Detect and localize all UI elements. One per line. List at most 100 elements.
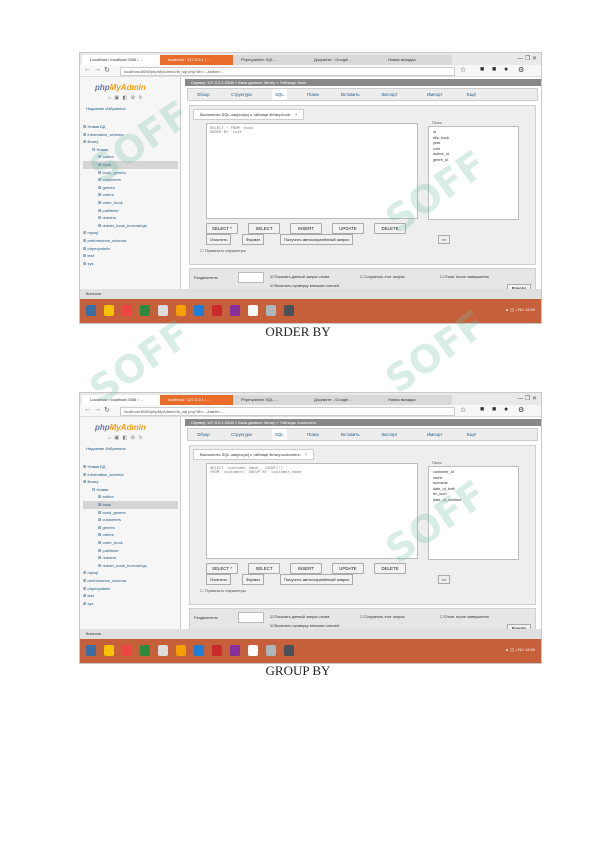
tree-item[interactable]: ⊞ book_genres [83, 509, 178, 517]
taskbar-app-icon[interactable] [140, 645, 150, 656]
tree-item[interactable]: ⊞ genres [83, 524, 178, 532]
tab-7[interactable]: Ещё [464, 429, 479, 440]
tree-item[interactable]: ⊞ Новая БД [83, 123, 178, 131]
tree-item[interactable]: ⊞ book [83, 160, 178, 169]
tab-0[interactable]: Обзор [194, 89, 213, 100]
tab-7[interactable]: Ещё [464, 89, 479, 100]
tree-item[interactable]: ⊞ order_book [83, 199, 178, 207]
window-controls[interactable]: — ❐ ✕ [517, 55, 537, 62]
tree-item[interactable]: ⊞ orders [83, 531, 178, 539]
sql-textarea[interactable]: SELECT * FROM `book` ORDER BY `cost` [206, 123, 418, 219]
browser-tab[interactable]: localhost / 127.0.0.1 / ... [160, 395, 238, 405]
phpmyadmin-logo[interactable]: phpMyAdmin [95, 83, 146, 92]
tree-item[interactable]: ⊞ publisher [83, 207, 178, 215]
foreign-keys-checkbox[interactable]: ☑ Включить проверку внешних ключей [270, 623, 339, 628]
tree-item[interactable]: ⊞ information_schema [83, 471, 178, 479]
taskbar-app-icon[interactable] [212, 305, 222, 316]
forward-icon[interactable]: → [94, 406, 101, 413]
extension-icon[interactable]: ● [504, 406, 508, 413]
taskbar-app-icon[interactable] [284, 645, 294, 656]
tree-item[interactable]: ⊞ mysql [83, 229, 178, 237]
extension-icon[interactable]: ■ [480, 406, 484, 413]
taskbar-app-icon[interactable] [266, 645, 276, 656]
taskbar-app-icon[interactable] [230, 645, 240, 656]
back-icon[interactable]: ← [84, 406, 91, 413]
tab-5[interactable]: Экспорт [378, 89, 401, 100]
sidebar-icons[interactable]: ⌂ ▣ ◧ ⚙ ↻ [108, 435, 144, 441]
tree-item[interactable]: ⊞ phpmyadmin [83, 585, 178, 593]
format-button[interactable]: Формат [242, 574, 265, 585]
taskbar-app-icon[interactable] [248, 305, 258, 316]
taskbar-app-icon[interactable] [176, 305, 186, 316]
bookmark-checkbox[interactable]: ☐ Сохранить этот запрос [360, 274, 405, 279]
taskbar-app-icon[interactable] [176, 645, 186, 656]
reload-icon[interactable]: ↻ [104, 66, 110, 74]
tree-item[interactable]: ⊞ performance_schema [83, 577, 178, 585]
taskbar-app-icon[interactable] [158, 305, 168, 316]
sql-template-button[interactable]: SELECT [248, 223, 280, 234]
taskbar-app-icon[interactable] [104, 645, 114, 656]
tree-item[interactable]: ⊞ information_schema [83, 131, 178, 139]
sql-template-button[interactable]: INSERT [290, 223, 322, 234]
extension-icon[interactable]: ■ [480, 66, 484, 73]
tab-6[interactable]: Импорт [424, 429, 445, 440]
column-item[interactable]: date_of_contract [433, 498, 514, 504]
recent-favorites[interactable]: Недавние Избранное [86, 446, 126, 451]
tree-item[interactable]: ⊞ book_genres [83, 169, 178, 177]
taskbar-app-icon[interactable] [248, 645, 258, 656]
tree-item[interactable]: ⊞ library [83, 138, 178, 146]
insert-column-button[interactable]: << [438, 235, 450, 244]
tree-item[interactable]: ⊞ reader_book_borrowings [83, 562, 178, 570]
tab-2[interactable]: SQL [272, 429, 287, 440]
taskbar-app-icon[interactable] [284, 305, 294, 316]
back-icon[interactable]: ← [84, 66, 91, 73]
url-input[interactable]: localhost:8080/phpMyAdmin/db_sql.php?db=… [120, 67, 455, 76]
tree-item[interactable]: ⊞ customers [83, 516, 178, 524]
rollback-checkbox[interactable]: ☐ Откат после завершения [440, 614, 489, 619]
taskbar-app-icon[interactable] [194, 305, 204, 316]
tree-item[interactable]: ⊞ order_book [83, 539, 178, 547]
tab-2[interactable]: SQL [272, 89, 287, 100]
system-tray[interactable]: ▲ ◫ ♪ RU 12:00 [505, 647, 535, 652]
taskbar-app-icon[interactable] [230, 305, 240, 316]
tree-item[interactable]: ⊞ test [83, 252, 178, 260]
taskbar-app-icon[interactable] [86, 305, 96, 316]
insert-column-button[interactable]: << [438, 575, 450, 584]
extension-icon[interactable]: ■ [492, 406, 496, 413]
forward-icon[interactable]: → [94, 66, 101, 73]
tab-6[interactable]: Импорт [424, 89, 445, 100]
tree-item[interactable]: ⊞ genres [83, 184, 178, 192]
tree-item[interactable]: ⊞ readers [83, 214, 178, 222]
sql-textarea[interactable]: SELECT `customer_name`, COUNT(*) FROM `c… [206, 463, 418, 559]
console-bar[interactable]: Консоль [80, 629, 541, 639]
delimiter-input[interactable] [238, 612, 264, 623]
clear-button[interactable]: Очистить [206, 234, 232, 245]
tree-item[interactable]: ⊞ customers [83, 176, 178, 184]
sql-template-button[interactable]: DELETE [374, 563, 406, 574]
sql-template-button[interactable]: DELETE [374, 223, 406, 234]
autosave-button[interactable]: Получить автосохранённый запрос [280, 574, 354, 585]
browser-tab[interactable]: Phpmyadmin SQL ... [233, 55, 311, 65]
tree-item[interactable]: ⊞ phpmyadmin [83, 245, 178, 253]
format-button[interactable]: Формат [242, 234, 265, 245]
tab-4[interactable]: Вставить [338, 429, 363, 440]
bind-parameters-checkbox[interactable]: ☐ Привязать параметры [200, 248, 246, 253]
taskbar-app-icon[interactable] [86, 645, 96, 656]
extension-icon[interactable]: ■ [492, 66, 496, 73]
foreign-keys-checkbox[interactable]: ☑ Включить проверку внешних ключей [270, 283, 339, 288]
console-bar[interactable]: Консоль [80, 289, 541, 299]
taskbar-app-icon[interactable] [212, 645, 222, 656]
tree-item[interactable]: ⊟ Новая [83, 146, 178, 154]
taskbar-app-icon[interactable] [122, 305, 132, 316]
columns-list[interactable]: id title_book year cost author_id genre_id [428, 126, 519, 220]
rollback-checkbox[interactable]: ☐ Откат после завершения [440, 274, 489, 279]
browser-tab[interactable]: Localhost / localhost:3306 / ... [82, 55, 164, 65]
columns-list[interactable]: customer_id name surname date_of_birth tel_n… [428, 466, 519, 560]
tree-item[interactable]: ⊞ book [83, 500, 178, 509]
browser-tab[interactable]: Новая вкладка [380, 395, 452, 405]
tree-item[interactable]: ⊞ sys [83, 260, 178, 268]
tab-1[interactable]: Структура [228, 89, 255, 100]
tab-1[interactable]: Структура [228, 429, 255, 440]
sql-template-button[interactable]: UPDATE [332, 223, 364, 234]
menu-icon[interactable]: ⚙ [518, 406, 524, 414]
